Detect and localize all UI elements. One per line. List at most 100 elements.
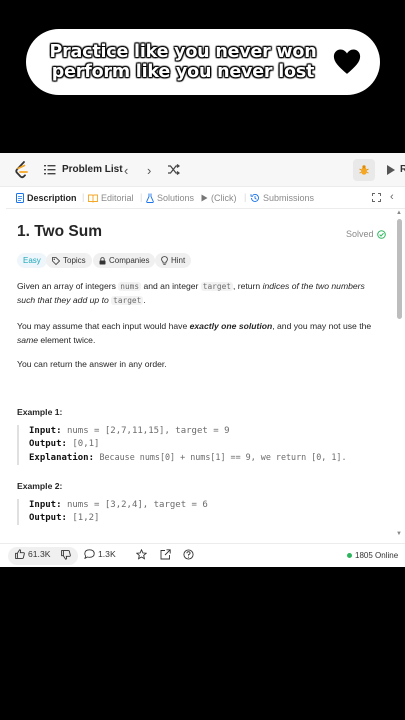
- hint-chip[interactable]: Hint: [155, 253, 192, 268]
- input-value: nums = [2,7,11,15], target = 9: [66, 426, 230, 436]
- thumbs-down-icon: [61, 550, 71, 560]
- example-2-title: Example 2:: [17, 481, 63, 491]
- banner-text: Practice like you never won perform like…: [0, 42, 366, 82]
- banner-line-1: Practice like you never won: [49, 42, 317, 62]
- check-circle-icon: [376, 229, 386, 239]
- explanation-value: Because nums[0] + nums[1] == 9, we retur…: [99, 452, 347, 462]
- topics-chip[interactable]: Topics: [46, 253, 92, 268]
- input-label: Input:: [29, 500, 62, 510]
- example-output: Output: [1,2]: [29, 512, 383, 525]
- solved-status: Solved: [346, 229, 386, 239]
- scrollbar-thumb[interactable]: [397, 219, 402, 319]
- difficulty-label: Easy: [23, 256, 41, 265]
- output-value: [1,2]: [72, 513, 100, 523]
- solved-label: Solved: [346, 229, 374, 239]
- tab-label: Solutions: [157, 193, 195, 203]
- shuffle-icon[interactable]: [167, 163, 180, 176]
- thumbs-up-icon: [15, 549, 25, 559]
- example-1-title: Example 1:: [17, 407, 63, 417]
- example-1-block: Input: nums = [2,7,11,15], target = 9 Ou…: [17, 425, 383, 465]
- dislike-button[interactable]: [61, 550, 71, 560]
- tab-click[interactable]: (Click): [201, 193, 237, 203]
- online-count: 1805 Online: [355, 551, 399, 560]
- example-2-block: Input: nums = [3,2,4], target = 6 Output…: [17, 499, 383, 525]
- tab-label: Description: [27, 193, 77, 203]
- online-indicator: 1805 Online: [347, 551, 398, 560]
- desc-text: .: [143, 294, 146, 305]
- hint-label: Hint: [171, 256, 186, 265]
- problem-list-icon[interactable]: [44, 164, 56, 175]
- output-label: Output:: [29, 439, 67, 449]
- tab-divider: |: [244, 192, 247, 202]
- companies-chip[interactable]: Companies: [93, 253, 156, 268]
- bulb-icon: [161, 256, 168, 265]
- tab-editorial[interactable]: Editorial: [88, 193, 134, 203]
- bug-icon: [359, 165, 369, 175]
- tab-label: (Click): [211, 193, 237, 203]
- top-navbar: Problem List ‹ › R: [0, 153, 405, 187]
- description-paragraph-1: Given an array of integers nums and an i…: [17, 280, 383, 307]
- input-label: Input:: [29, 426, 62, 436]
- banner-line-2: perform like you never lost: [51, 62, 315, 82]
- scroll-down-arrow[interactable]: ▼: [396, 531, 402, 537]
- prev-problem-icon[interactable]: ‹: [124, 163, 128, 178]
- online-dot: [347, 553, 352, 558]
- problem-tabs: Description | Editorial | Solutions (Cli…: [6, 187, 405, 209]
- favorite-button[interactable]: [136, 549, 147, 560]
- run-button-label[interactable]: R: [400, 164, 405, 175]
- expand-icon[interactable]: [372, 193, 381, 202]
- example-output: Output: [0,1]: [29, 438, 383, 451]
- desc-text: , return: [232, 281, 263, 291]
- inline-code-target: target: [200, 282, 233, 291]
- explanation-label: Explanation:: [29, 453, 95, 463]
- problem-title: 1. Two Sum: [17, 223, 102, 240]
- description-paragraph-3: You can return the answer in any order.: [17, 359, 167, 369]
- heart-icon: [333, 49, 361, 74]
- debug-button[interactable]: [353, 159, 375, 181]
- companies-label: Companies: [109, 256, 150, 265]
- tag-icon: [52, 256, 60, 265]
- tab-label: Editorial: [101, 193, 134, 203]
- topics-label: Topics: [63, 256, 86, 265]
- help-button[interactable]: [183, 549, 194, 560]
- tab-description[interactable]: Description: [16, 193, 77, 203]
- collapse-panel-icon[interactable]: ‹: [390, 191, 394, 203]
- comment-icon: [84, 549, 95, 559]
- desc-text: Given an array of integers: [17, 281, 119, 291]
- desc-text: , and you may not use the: [272, 321, 372, 331]
- bottom-bar: 61.3K 1.3K 1805 Online: [0, 543, 405, 567]
- run-icon[interactable]: [386, 164, 396, 176]
- comment-count: 1.3K: [98, 549, 116, 559]
- problem-list-link[interactable]: Problem List: [62, 164, 123, 175]
- desc-text: element twice.: [38, 334, 96, 345]
- output-value: [0,1]: [72, 439, 100, 449]
- share-button[interactable]: [160, 549, 171, 560]
- inline-code-nums: nums: [118, 282, 142, 291]
- inline-code-target: target: [111, 295, 144, 305]
- description-paragraph-2: You may assume that each input would hav…: [17, 320, 383, 347]
- scroll-up-arrow[interactable]: ▲: [396, 210, 402, 216]
- next-problem-icon[interactable]: ›: [147, 163, 151, 178]
- tab-solutions[interactable]: Solutions: [146, 193, 194, 203]
- tab-submissions[interactable]: Submissions: [250, 193, 314, 203]
- desc-italic: same: [17, 334, 39, 345]
- leetcode-logo-icon[interactable]: [14, 161, 30, 179]
- output-label: Output:: [29, 513, 67, 523]
- book-icon: [88, 194, 98, 203]
- like-button[interactable]: 61.3K: [15, 549, 50, 559]
- tab-divider: |: [140, 192, 143, 202]
- pointer-icon: [201, 194, 208, 202]
- comments-button[interactable]: 1.3K: [84, 549, 116, 559]
- leetcode-window: Problem List ‹ › R Description | Editori…: [0, 153, 405, 567]
- like-count: 61.3K: [28, 549, 51, 559]
- desc-bold: exactly one solution: [189, 321, 273, 331]
- question-icon: [183, 549, 194, 560]
- difficulty-badge[interactable]: Easy: [17, 253, 47, 268]
- input-value: nums = [3,2,4], target = 6: [66, 500, 208, 510]
- lock-icon: [99, 256, 106, 264]
- example-input: Input: nums = [3,2,4], target = 6: [29, 499, 383, 512]
- flask-icon: [146, 193, 154, 203]
- desc-text: You may assume that each input would hav…: [17, 321, 190, 331]
- problem-description: 1. Two Sum Solved Easy Topics Companies …: [0, 209, 396, 543]
- description-icon: [16, 193, 24, 203]
